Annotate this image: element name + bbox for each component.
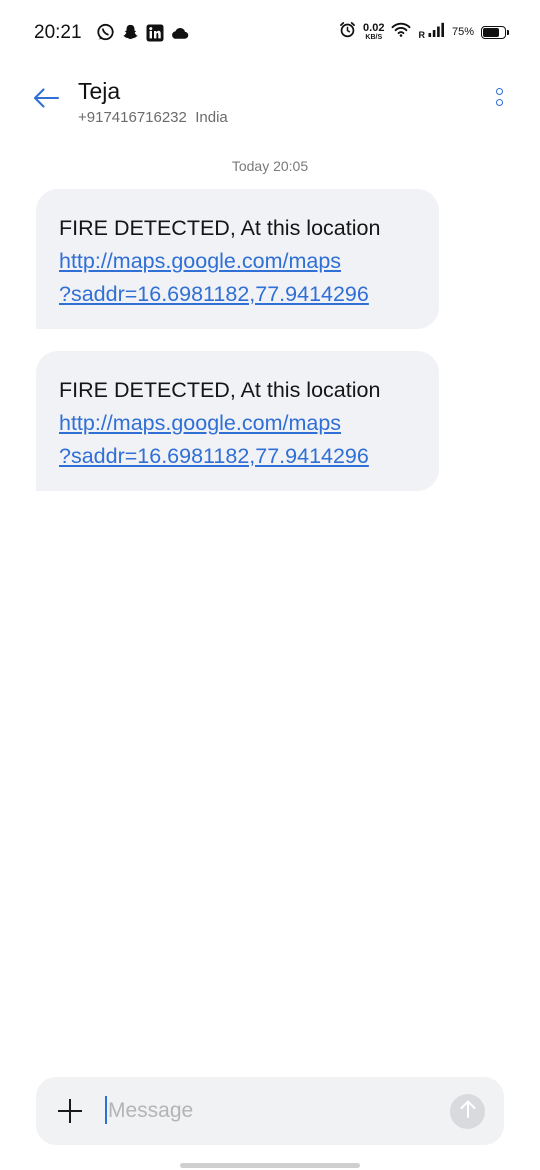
battery-fill [483, 27, 499, 37]
network-speed-unit: KB/S [365, 34, 383, 41]
more-options-button[interactable] [490, 88, 508, 116]
battery-percent: 75% [451, 26, 474, 38]
back-arrow-icon [32, 87, 60, 114]
contact-number: +917416716232 [78, 109, 187, 126]
conversation-header: Teja +917416716232 India [0, 66, 540, 136]
back-button[interactable] [30, 86, 62, 114]
contact-name[interactable]: Teja [78, 78, 120, 105]
send-button[interactable] [450, 1094, 485, 1129]
message-link-line[interactable]: ?saddr=16.6981182,77.9414296 [59, 282, 369, 306]
message-link-line[interactable]: ?saddr=16.6981182,77.9414296 [59, 444, 369, 468]
contact-region: India [195, 109, 228, 126]
more-options-icon-dot [495, 99, 503, 106]
wifi-icon [391, 22, 411, 42]
alarm-icon [339, 21, 356, 43]
message-link-line[interactable]: http://maps.google.com/maps [59, 411, 341, 435]
message-timestamp: Today 20:05 [231, 158, 309, 174]
message-input[interactable] [108, 1095, 438, 1127]
status-bar: 20:21 0.02 KB/S R 75% [0, 0, 540, 66]
compose-bar [36, 1077, 504, 1145]
add-attachment-button[interactable] [56, 1097, 84, 1125]
signal-icon [428, 22, 445, 43]
messaging-screen: 20:21 0.02 KB/S R 75% Teja +917416716232… [0, 0, 540, 1170]
message-text: FIRE DETECTED, At this location [59, 216, 381, 240]
system-indicators: 0.02 KB/S R 75% [339, 21, 509, 43]
message-bubble[interactable]: FIRE DETECTED, At this location http://m… [36, 189, 439, 329]
snapchat-icon [121, 23, 140, 47]
network-speed-value: 0.02 [363, 22, 385, 34]
send-arrow-icon [459, 1099, 477, 1124]
cloud-icon [170, 26, 189, 45]
contact-details: +917416716232 India [78, 109, 228, 126]
home-indicator[interactable] [180, 1163, 360, 1168]
text-cursor [105, 1096, 107, 1124]
status-time: 20:21 [34, 22, 82, 43]
message-text: FIRE DETECTED, At this location [59, 378, 381, 402]
linkedin-icon [146, 24, 164, 47]
whatsapp-icon [96, 23, 115, 47]
message-link[interactable]: http://maps.google.com/maps ?saddr=16.69… [59, 407, 415, 473]
message-link-line[interactable]: http://maps.google.com/maps [59, 249, 341, 273]
more-options-icon [495, 88, 503, 95]
message-link[interactable]: http://maps.google.com/maps ?saddr=16.69… [59, 245, 415, 311]
notification-icons [96, 23, 189, 47]
message-bubble[interactable]: FIRE DETECTED, At this location http://m… [36, 351, 439, 491]
roaming-indicator: R [418, 29, 425, 40]
battery-icon [481, 25, 509, 39]
network-speed: 0.02 KB/S [363, 22, 385, 42]
